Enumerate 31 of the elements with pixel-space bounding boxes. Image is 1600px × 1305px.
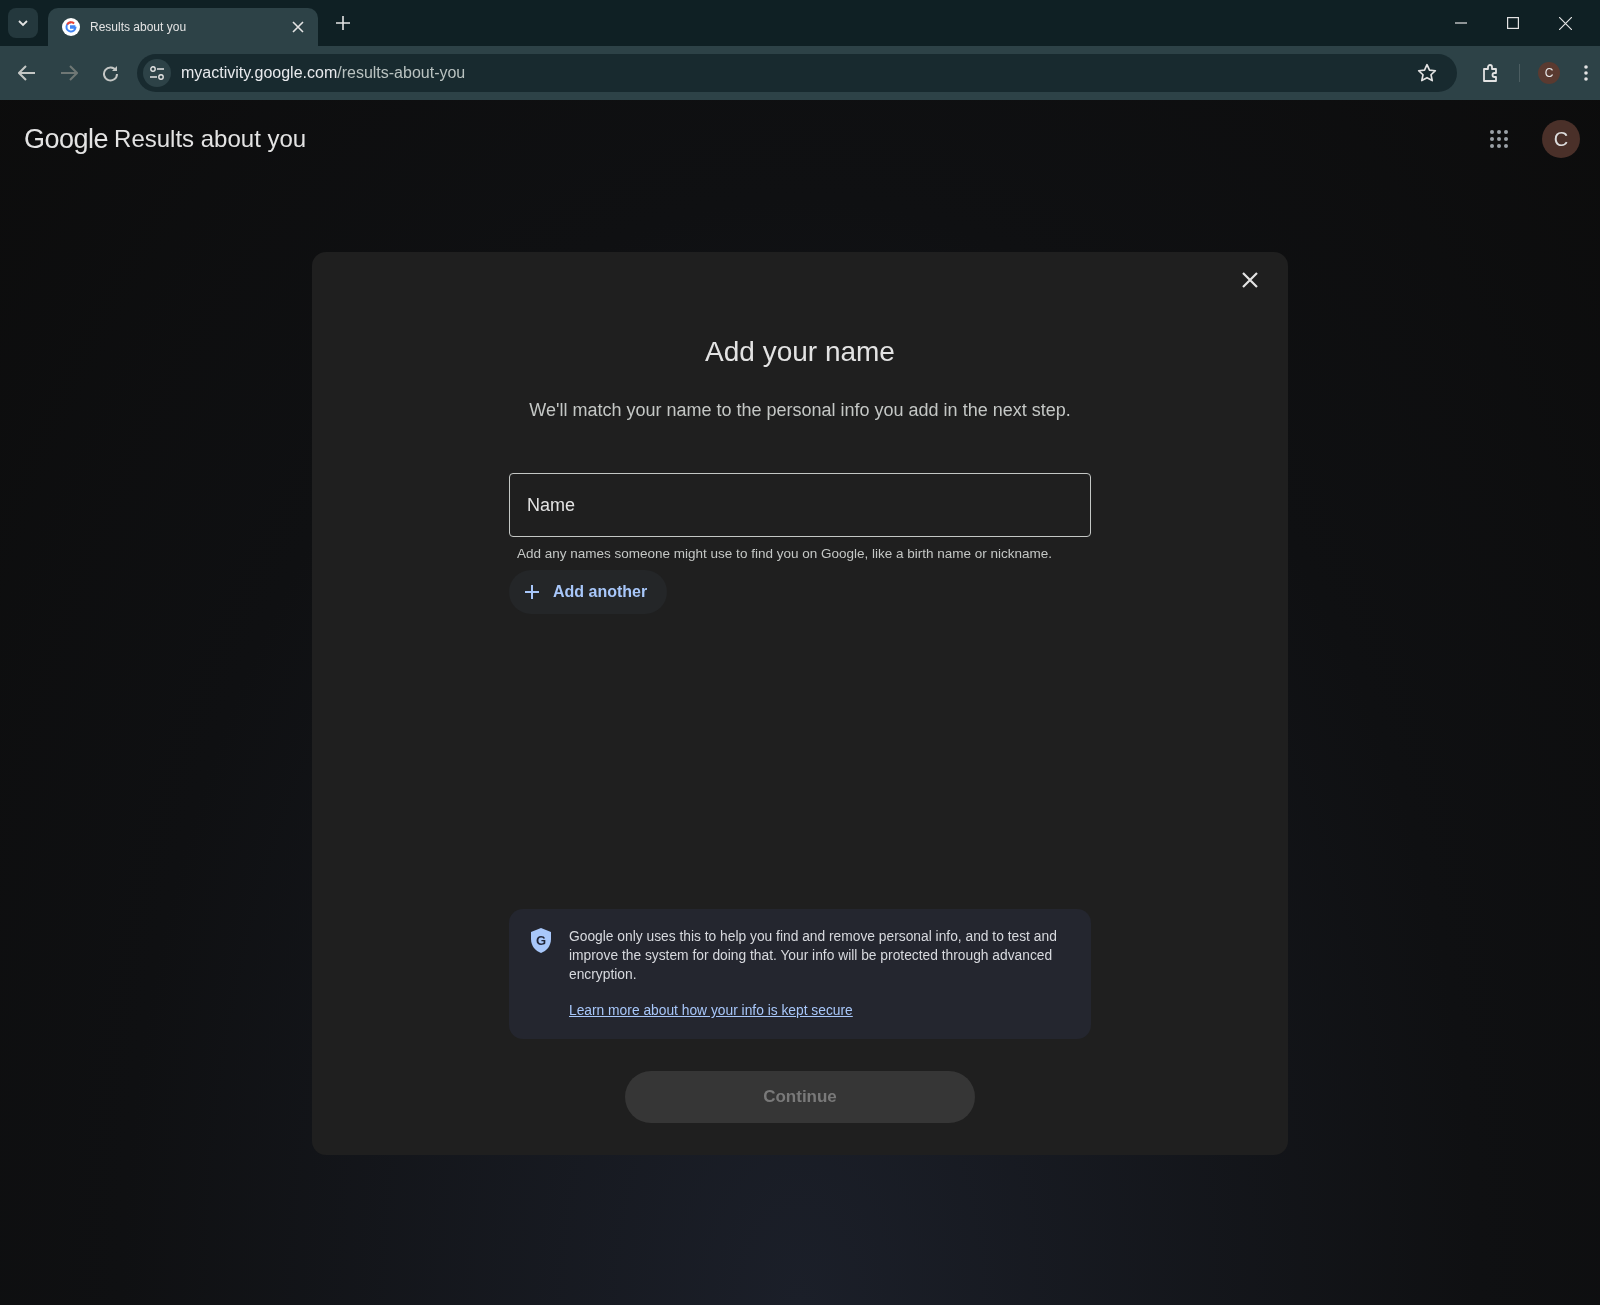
account-avatar[interactable]: C bbox=[1542, 120, 1580, 158]
sliders-icon bbox=[149, 66, 165, 80]
tab-title: Results about you bbox=[90, 20, 188, 34]
dialog-subtitle: We'll match your name to the personal info you add in the next step. bbox=[529, 400, 1071, 421]
browser-tab[interactable]: Results about you bbox=[48, 8, 318, 46]
maximize-icon[interactable] bbox=[1507, 17, 1519, 29]
page-title: Results about you bbox=[114, 125, 307, 153]
learn-more-link[interactable]: Learn more about how your info is kept secure bbox=[569, 1003, 853, 1018]
site-info-button[interactable] bbox=[143, 59, 171, 87]
back-arrow-icon[interactable] bbox=[18, 65, 36, 81]
close-icon[interactable] bbox=[1559, 16, 1572, 30]
tab-search-button[interactable] bbox=[8, 8, 38, 38]
privacy-notice-text: Google only uses this to help you find and remove personal info, and to test and improve the system for doing that. Your info will be protected through advanced encryption. bbox=[569, 928, 1058, 984]
apps-grid-icon[interactable] bbox=[1490, 130, 1508, 148]
google-favicon-icon bbox=[62, 18, 80, 36]
plus-icon bbox=[525, 585, 539, 599]
shield-icon: G bbox=[529, 927, 553, 954]
plus-icon[interactable] bbox=[336, 16, 350, 30]
url-text: myactivity.google.com/results-about-you bbox=[181, 64, 466, 82]
add-another-button[interactable]: Add another bbox=[509, 570, 668, 614]
star-icon[interactable] bbox=[1417, 63, 1437, 83]
close-icon[interactable] bbox=[1242, 272, 1258, 288]
close-icon[interactable] bbox=[292, 21, 304, 33]
dialog-title: Add your name bbox=[705, 336, 895, 368]
reload-icon[interactable] bbox=[102, 64, 119, 82]
helper-text: Add any names someone might use to find you on Google, like a birth name or nickname. bbox=[517, 546, 1054, 561]
profile-avatar[interactable]: C bbox=[1538, 62, 1560, 84]
name-field[interactable]: Name bbox=[509, 473, 1091, 537]
logo[interactable]: Google bbox=[24, 123, 109, 155]
more-vertical-icon[interactable] bbox=[1584, 65, 1588, 81]
address-bar[interactable]: myactivity.google.com/results-about-you bbox=[137, 54, 1457, 92]
